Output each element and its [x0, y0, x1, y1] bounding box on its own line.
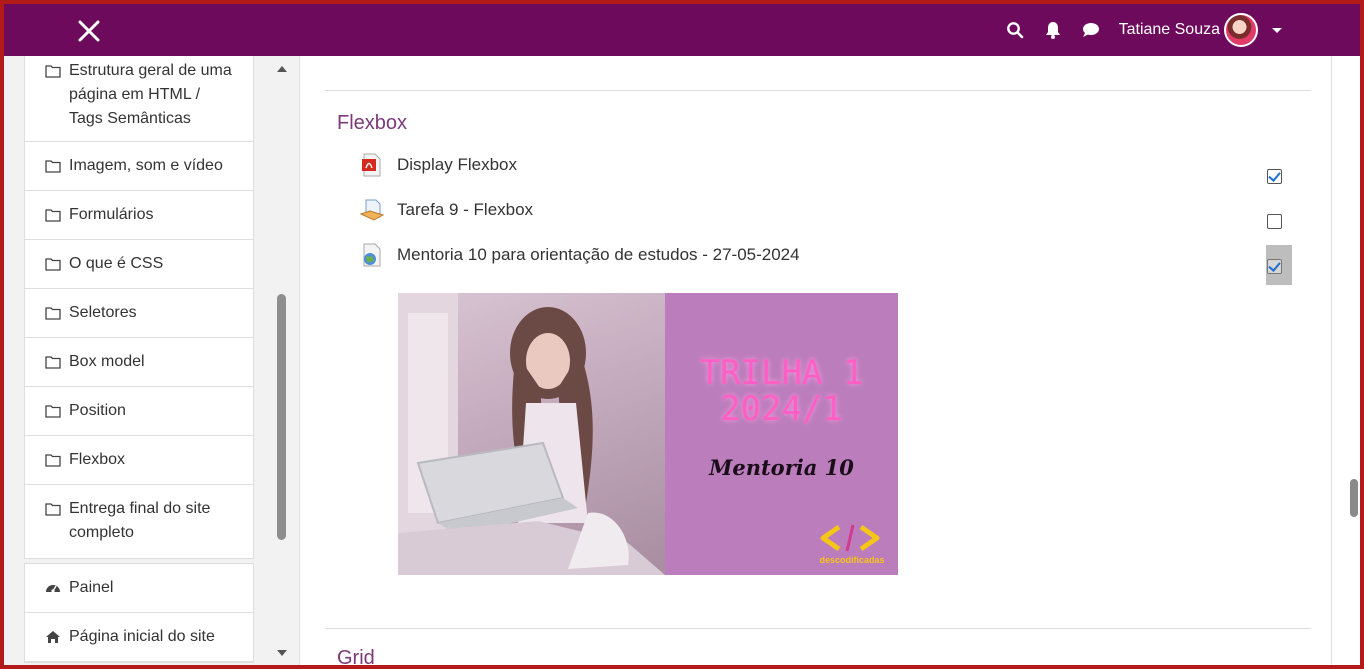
- drawer-scrollbar[interactable]: [276, 56, 288, 665]
- sidebar-item-label: Box model: [69, 353, 145, 370]
- completion-checkbox[interactable]: [1267, 169, 1282, 184]
- folder-icon: [45, 454, 61, 467]
- page-scrollbar-thumb[interactable]: [1350, 479, 1358, 517]
- banner-text-panel: TRILHA 1 2024/1 Mentoria 10 descodificad…: [665, 293, 898, 575]
- activity-label: Mentoria 10 para orientação de estudos -…: [397, 245, 800, 264]
- sidebar-item-label-line: completo: [69, 524, 134, 541]
- section-divider: [325, 628, 1311, 629]
- user-name[interactable]: Tatiane Souza: [1119, 21, 1220, 39]
- scroll-up-icon[interactable]: [277, 66, 287, 72]
- activity-display-flexbox[interactable]: Display Flexbox: [360, 153, 517, 177]
- folder-icon: [45, 503, 61, 516]
- url-globe-icon: [363, 243, 381, 267]
- assignment-icon: [360, 199, 384, 221]
- descodificadas-logo: descodificadas: [817, 521, 887, 572]
- sidebar-item-label: Entrega final do site completo: [69, 497, 210, 545]
- completion-checkbox[interactable]: [1267, 259, 1282, 274]
- sidebar-item-label-line: Tags Semânticas: [69, 110, 191, 127]
- sidebar-item-label: Estrutura geral de uma página em HTML / …: [69, 59, 232, 131]
- folder-icon: [45, 65, 61, 78]
- section-divider: [325, 90, 1311, 91]
- sidebar-item-estrutura[interactable]: Estrutura geral de uma página em HTML / …: [25, 56, 253, 142]
- sidebar-item-label-line: Estrutura geral de uma: [69, 62, 232, 79]
- course-content: Flexbox Display Flexbox Tarefa 9 - Flexb…: [304, 56, 1332, 665]
- folder-icon: [45, 209, 61, 222]
- sidebar-item-imagem[interactable]: Imagem, som e vídeo: [25, 142, 253, 191]
- course-drawer: Estrutura geral de uma página em HTML / …: [4, 56, 300, 665]
- chat-icon[interactable]: [1081, 20, 1101, 40]
- section-list: Estrutura geral de uma página em HTML / …: [24, 56, 254, 559]
- completion-checkbox[interactable]: [1267, 214, 1282, 229]
- sidebar-item-formularios[interactable]: Formulários: [25, 191, 253, 240]
- bell-icon[interactable]: [1043, 20, 1063, 40]
- sidebar-item-label: Position: [69, 402, 126, 419]
- dashboard-icon: [46, 585, 60, 593]
- home-icon: [46, 631, 60, 643]
- folder-icon: [45, 258, 61, 271]
- close-icon[interactable]: [74, 16, 104, 46]
- sidebar-item-label: Painel: [69, 579, 114, 596]
- activity-tarefa-9[interactable]: Tarefa 9 - Flexbox: [360, 198, 533, 222]
- sidebar-item-label: Seletores: [69, 304, 137, 321]
- sidebar-item-css[interactable]: O que é CSS: [25, 240, 253, 289]
- sidebar-item-box-model[interactable]: Box model: [25, 338, 253, 387]
- sidebar-item-label: Página inicial do site: [69, 628, 215, 645]
- sidebar-item-position[interactable]: Position: [25, 387, 253, 436]
- sidebar-item-home[interactable]: Página inicial do site: [25, 613, 253, 662]
- site-nav-list: Painel Página inicial do site: [24, 563, 254, 663]
- folder-icon: [45, 307, 61, 320]
- banner-title-line2: 2024/1: [720, 389, 843, 429]
- drawer-scroll-thumb[interactable]: [277, 294, 286, 540]
- search-icon[interactable]: [1005, 20, 1025, 40]
- top-navbar: Tatiane Souza: [4, 4, 1360, 56]
- sidebar-item-painel[interactable]: Painel: [25, 564, 253, 613]
- mentoria-banner-image: TRILHA 1 2024/1 Mentoria 10 descodificad…: [398, 293, 898, 575]
- next-section-title[interactable]: Grid: [337, 647, 375, 665]
- folder-icon: [45, 356, 61, 369]
- user-menu-caret-icon[interactable]: [1272, 27, 1282, 33]
- navbar-right: Tatiane Souza: [1005, 4, 1360, 56]
- sidebar-item-flexbox[interactable]: Flexbox: [25, 436, 253, 485]
- sidebar-item-label: O que é CSS: [69, 255, 164, 272]
- activity-mentoria-10[interactable]: Mentoria 10 para orientação de estudos -…: [360, 243, 800, 267]
- banner-subtitle: Mentoria 10: [709, 455, 854, 480]
- activity-label: Tarefa 9 - Flexbox: [397, 200, 534, 219]
- banner-title-line1: TRILHA 1: [699, 353, 864, 393]
- sidebar-item-label: Imagem, som e vídeo: [69, 157, 223, 174]
- sidebar-item-label-line: página em HTML /: [69, 86, 201, 103]
- svg-text:descodificadas: descodificadas: [819, 555, 884, 565]
- app-window: Tatiane Souza Estrutura geral de uma pág…: [4, 4, 1360, 665]
- activity-label: Display Flexbox: [397, 155, 517, 174]
- avatar[interactable]: [1224, 13, 1258, 47]
- folder-icon: [45, 160, 61, 173]
- section-title[interactable]: Flexbox: [337, 112, 407, 135]
- sidebar-item-label-line: Entrega final do site: [69, 500, 211, 517]
- scroll-down-icon[interactable]: [277, 650, 287, 656]
- banner-photo: [398, 293, 665, 575]
- sidebar-item-label: Formulários: [69, 206, 154, 223]
- sidebar-item-entrega-final[interactable]: Entrega final do site completo: [25, 485, 253, 558]
- pdf-icon: [362, 153, 381, 177]
- folder-icon: [45, 405, 61, 418]
- sidebar-item-label: Flexbox: [69, 451, 126, 468]
- sidebar-item-seletores[interactable]: Seletores: [25, 289, 253, 338]
